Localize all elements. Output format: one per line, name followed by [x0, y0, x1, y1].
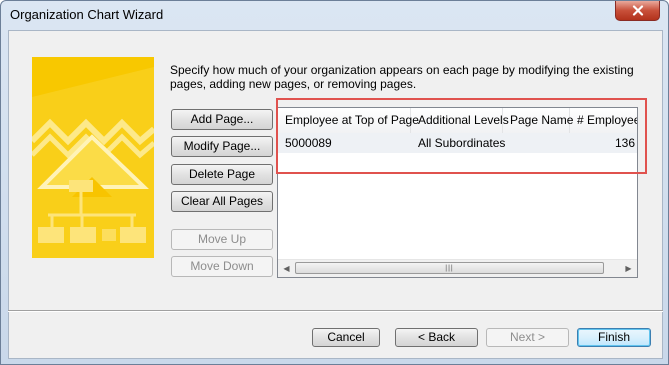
- clear-all-pages-button[interactable]: Clear All Pages: [171, 191, 273, 212]
- cell-employees: 136: [614, 136, 635, 150]
- scroll-left-icon[interactable]: ◀: [278, 260, 295, 277]
- list-header: Employee at Top of Page Additional Level…: [278, 108, 637, 134]
- instructions-text: Specify how much of your organization ap…: [170, 63, 634, 91]
- cancel-button[interactable]: Cancel: [312, 328, 380, 347]
- window-title: Organization Chart Wizard: [10, 7, 164, 22]
- horizontal-scrollbar[interactable]: ◀ ||| ▶: [278, 259, 637, 277]
- column-header-employee[interactable]: Employee at Top of Page: [278, 108, 419, 133]
- close-button[interactable]: [615, 1, 660, 21]
- column-header-additional-levels[interactable]: Additional Levels: [411, 108, 509, 133]
- grip-icon: |||: [445, 264, 454, 272]
- cell-additional-levels: All Subordinates: [418, 136, 506, 150]
- column-header-page-name[interactable]: Page Name: [503, 108, 573, 133]
- next-button[interactable]: Next >: [486, 328, 569, 347]
- cell-employee: 5000089: [285, 136, 332, 150]
- add-page-button[interactable]: Add Page...: [171, 109, 273, 130]
- close-icon: [632, 5, 643, 16]
- move-up-button[interactable]: Move Up: [171, 229, 273, 250]
- modify-page-button[interactable]: Modify Page...: [171, 136, 273, 157]
- pages-list[interactable]: Employee at Top of Page Additional Level…: [277, 107, 638, 278]
- wizard-banner-image: [32, 57, 154, 258]
- delete-page-button[interactable]: Delete Page: [171, 164, 273, 185]
- move-down-button[interactable]: Move Down: [171, 256, 273, 277]
- column-header-employees[interactable]: # Employees: [570, 108, 637, 133]
- back-button[interactable]: < Back: [395, 328, 478, 347]
- cell-page-name: [503, 133, 570, 153]
- list-row[interactable]: 5000089 All Subordinates 136: [278, 133, 637, 153]
- scrollbar-thumb[interactable]: |||: [295, 262, 604, 274]
- wizard-window: Organization Chart Wizard Specify how mu…: [0, 0, 669, 365]
- scroll-right-icon[interactable]: ▶: [620, 260, 637, 277]
- finish-button[interactable]: Finish: [577, 328, 651, 347]
- footer-divider: [8, 310, 663, 312]
